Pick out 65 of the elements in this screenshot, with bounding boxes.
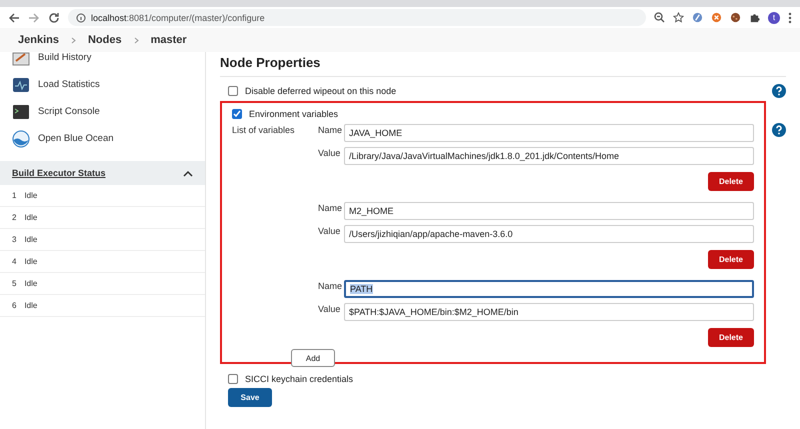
input-field[interactable]: JAVA_HOME	[344, 124, 754, 142]
executor-status: Idle	[24, 235, 38, 244]
field-label: Name	[318, 125, 340, 135]
puzzle-icon[interactable]	[749, 12, 760, 23]
input-field[interactable]: PATH	[344, 280, 754, 298]
input-field[interactable]: $PATH:$JAVA_HOME/bin:$M2_HOME/bin	[344, 302, 754, 320]
chevron-icon	[70, 36, 76, 44]
field-label: Value	[318, 304, 340, 314]
extension-icon[interactable]	[692, 12, 703, 23]
checkbox-label: Disable deferred wipeout on this node	[245, 86, 396, 96]
executor-status: Idle	[24, 213, 38, 222]
delete-button[interactable]: Delete	[708, 250, 754, 269]
address-bar[interactable]: localhost:8081/computer/(master)/configure	[68, 9, 646, 26]
checkbox-label: SICCI keychain credentials	[245, 374, 354, 384]
sidebar-link[interactable]: Build History	[0, 52, 205, 71]
input-field[interactable]: /Users/jizhiqian/app/apache-maven-3.6.0	[344, 224, 754, 242]
collapse-icon[interactable]	[183, 170, 193, 176]
save-button[interactable]: Save	[228, 388, 272, 407]
executor-number: 6	[12, 301, 16, 310]
chevron-icon	[134, 36, 139, 44]
executor-status-link[interactable]: Build Executor Status	[12, 168, 106, 178]
cookie-icon[interactable]	[730, 12, 741, 23]
star-icon[interactable]	[673, 12, 684, 23]
help-icon[interactable]	[772, 84, 786, 98]
executor-number: 4	[12, 257, 16, 266]
field-label: Value	[318, 148, 340, 158]
input-field[interactable]: /Library/Java/JavaVirtualMachines/jdk1.8.0_201.jdk/Contents/Home	[344, 146, 754, 164]
executor-status: Idle	[24, 191, 38, 200]
terminal-icon	[12, 104, 30, 120]
field-label: Name	[318, 281, 340, 291]
executor-number: 3	[12, 235, 16, 244]
executor-number: 5	[12, 279, 16, 288]
sidebar-link[interactable]: Load Statistics	[0, 71, 205, 98]
checkbox[interactable]	[228, 374, 238, 384]
executor-status: Idle	[24, 301, 38, 310]
field-label: Name	[318, 203, 340, 213]
executor-number: 1	[12, 191, 16, 200]
breadcrumb-link[interactable]: Jenkins	[18, 34, 59, 46]
chart-icon	[12, 76, 30, 92]
notepad-icon	[12, 52, 30, 66]
reload-icon[interactable]	[48, 12, 60, 24]
info-icon	[76, 12, 86, 22]
delete-button[interactable]: Delete	[708, 172, 754, 191]
section-title: Node Properties	[220, 52, 786, 77]
checkbox[interactable]	[228, 86, 238, 96]
breadcrumb-link[interactable]: Nodes	[88, 34, 122, 46]
breadcrumb-link[interactable]: master	[150, 34, 187, 46]
list-label: List of variables	[232, 124, 296, 137]
zoom-icon[interactable]	[654, 12, 665, 23]
more-icon[interactable]	[788, 12, 792, 24]
sidebar-link[interactable]: Open Blue Ocean	[0, 125, 205, 152]
sidebar-link[interactable]: Script Console	[0, 98, 205, 125]
ocean-icon	[12, 130, 30, 148]
checkbox[interactable]	[232, 109, 242, 119]
executor-status: Idle	[24, 279, 38, 288]
add-button[interactable]: Add	[291, 349, 335, 367]
checkbox-label: Environment variables	[249, 109, 338, 119]
field-label: Value	[318, 226, 340, 236]
input-field[interactable]: M2_HOME	[344, 202, 754, 220]
back-icon[interactable]	[8, 12, 20, 24]
executor-status: Idle	[24, 257, 38, 266]
delete-button[interactable]: Delete	[708, 328, 754, 347]
extension-icon[interactable]	[711, 12, 722, 23]
executor-number: 2	[12, 213, 16, 222]
profile-avatar[interactable]: t	[768, 12, 780, 24]
